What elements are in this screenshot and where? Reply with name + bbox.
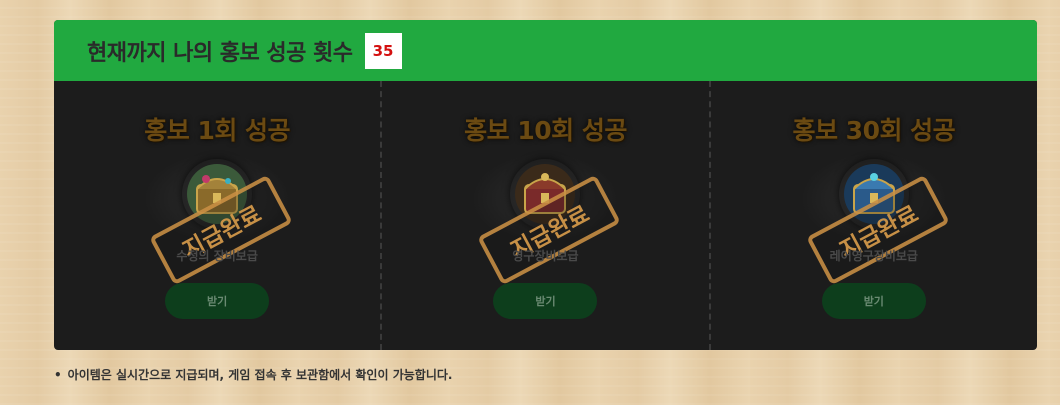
receive-button-30[interactable]: 받기 (821, 283, 926, 319)
receive-button-1[interactable]: 받기 (165, 283, 270, 319)
item-name: 수정의 장비보급 (176, 249, 258, 263)
item-name: 영구장비보급 (512, 249, 579, 263)
success-count: 35 (364, 32, 402, 69)
card-title: 홍보 10회 성공 (464, 116, 627, 145)
reward-card-10: 홍보 10회 성공 지급완료 영구장비보급 받기 (382, 81, 711, 350)
card-title: 홍보 30회 성공 (792, 116, 956, 145)
item-name: 레어영구장비보급 (829, 249, 918, 263)
reward-card-1: 홍보 1회 성공 지급완료 수정의 장비보급 받기 (54, 81, 383, 350)
card-title: 홍보 1회 성공 (144, 116, 291, 145)
notice-text: • 아이템은 실시간으로 지급되며, 게임 접속 후 보관함에서 확인이 가능합니… (54, 366, 452, 383)
reward-cards: 홍보 1회 성공 지급완료 수정의 장비보급 받기 홍보 10회 성공 지급완료… (54, 81, 1037, 350)
header-title: 현재까지 나의 홍보 성공 횟수 (87, 40, 353, 66)
bullet-icon: • (54, 368, 62, 382)
notice-label: 아이템은 실시간으로 지급되며, 게임 접속 후 보관함에서 확인이 가능합니다… (67, 368, 453, 382)
panel-header: 현재까지 나의 홍보 성공 횟수 35 (54, 20, 1037, 81)
reward-card-30: 홍보 30회 성공 지급완료 레어영구장비보급 받기 (711, 81, 1037, 350)
promotion-reward-panel: 현재까지 나의 홍보 성공 횟수 35 홍보 1회 성공 지급완료 수정의 장비… (54, 20, 1037, 350)
receive-button-10[interactable]: 받기 (493, 283, 598, 319)
